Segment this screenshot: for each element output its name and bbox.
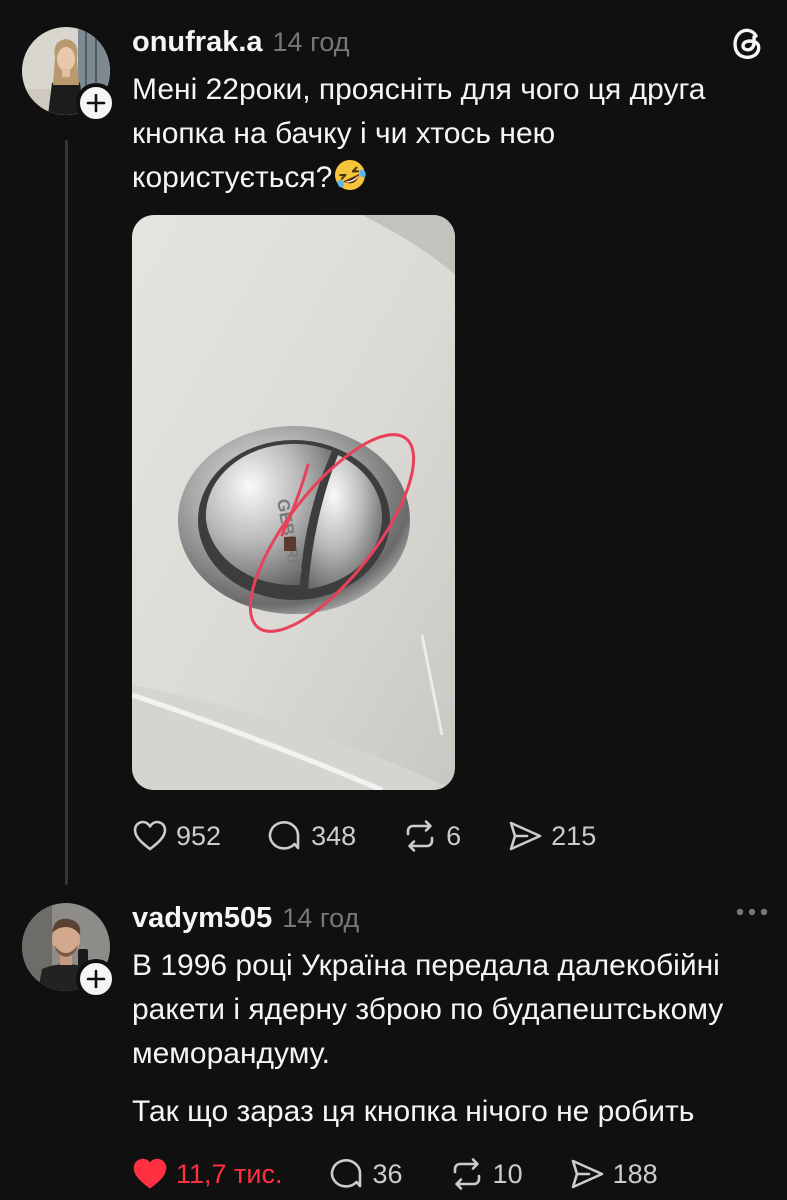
avatar-wrap <box>22 27 116 123</box>
post-vadym: vadym505 14 год В 1996 році Україна пере… <box>0 890 787 1200</box>
like-button[interactable]: 952 <box>132 818 221 854</box>
heart-icon <box>133 1158 167 1189</box>
comment-icon <box>268 821 300 850</box>
repost-icon <box>453 1158 480 1190</box>
post-text-line: меморандуму. <box>132 1037 331 1070</box>
follow-plus-icon <box>86 93 106 113</box>
username[interactable]: vadym505 <box>132 902 272 935</box>
username[interactable]: onufrak.a <box>132 26 263 59</box>
post-onufrak: onufrak.a 14 год Мені 22роки, проясніть … <box>0 0 787 890</box>
post-text-line: ракети і ядерну зброю по будапештському <box>132 993 724 1026</box>
reply-count: 36 <box>372 1158 403 1189</box>
post-text-line: Так що зараз ця кнопка нічого не робить <box>132 1095 695 1128</box>
more-icon <box>736 908 768 916</box>
post-header: onufrak.a 14 год <box>132 26 350 59</box>
heart-icon <box>133 820 167 851</box>
share-count: 188 <box>612 1158 658 1189</box>
reply-button[interactable]: 36 <box>329 1156 403 1192</box>
repost-button[interactable]: 10 <box>449 1156 523 1192</box>
post-actions: 952 348 6 215 <box>132 818 596 854</box>
share-icon <box>571 1159 603 1189</box>
reply-button[interactable]: 348 <box>267 818 356 854</box>
share-count: 215 <box>551 820 597 851</box>
timestamp: 14 год <box>272 27 350 57</box>
repost-count: 10 <box>492 1158 523 1189</box>
post-actions: 11,7 тис. 36 10 188 <box>132 1156 658 1192</box>
post-text-paragraph: Так що зараз ця кнопка нічого не робить <box>132 1090 694 1134</box>
like-button[interactable]: 11,7 тис. <box>132 1156 283 1192</box>
avatar-wrap <box>22 903 116 999</box>
follow-button[interactable] <box>76 83 116 123</box>
threads-logo-button[interactable] <box>729 24 767 67</box>
like-count: 11,7 тис. <box>176 1158 283 1189</box>
post-text-line: В 1996 році Україна передала далекобійні <box>132 949 720 982</box>
reply-count: 348 <box>311 820 357 851</box>
threads-logo-icon <box>733 28 761 59</box>
share-icon <box>509 821 542 851</box>
follow-plus-icon <box>86 969 106 989</box>
repost-icon <box>406 820 434 852</box>
follow-button[interactable] <box>76 959 116 999</box>
rolling-laughing-emoji-icon <box>335 160 367 190</box>
repost-button[interactable]: 6 <box>402 818 461 854</box>
comment-icon <box>330 1159 361 1188</box>
post-text-line: користується? <box>132 161 333 194</box>
post-text: Мені 22роки, проясніть для чого ця друга… <box>132 68 705 200</box>
timestamp: 14 год <box>282 903 360 933</box>
post-text-line: кнопка на бачку і чи хтось нею <box>132 117 556 150</box>
post-image[interactable]: GEBERIT <box>132 215 455 790</box>
post-text-line: Мені 22роки, проясніть для чого ця друга <box>132 73 706 106</box>
more-options-button[interactable] <box>735 904 769 922</box>
share-button[interactable]: 215 <box>507 818 596 854</box>
thread-line <box>65 140 68 885</box>
post-header: vadym505 14 год <box>132 902 359 935</box>
like-count: 952 <box>176 820 222 851</box>
post-text: В 1996 році Україна передала далекобійні… <box>132 944 723 1076</box>
share-button[interactable]: 188 <box>569 1156 658 1192</box>
repost-count: 6 <box>446 820 462 851</box>
